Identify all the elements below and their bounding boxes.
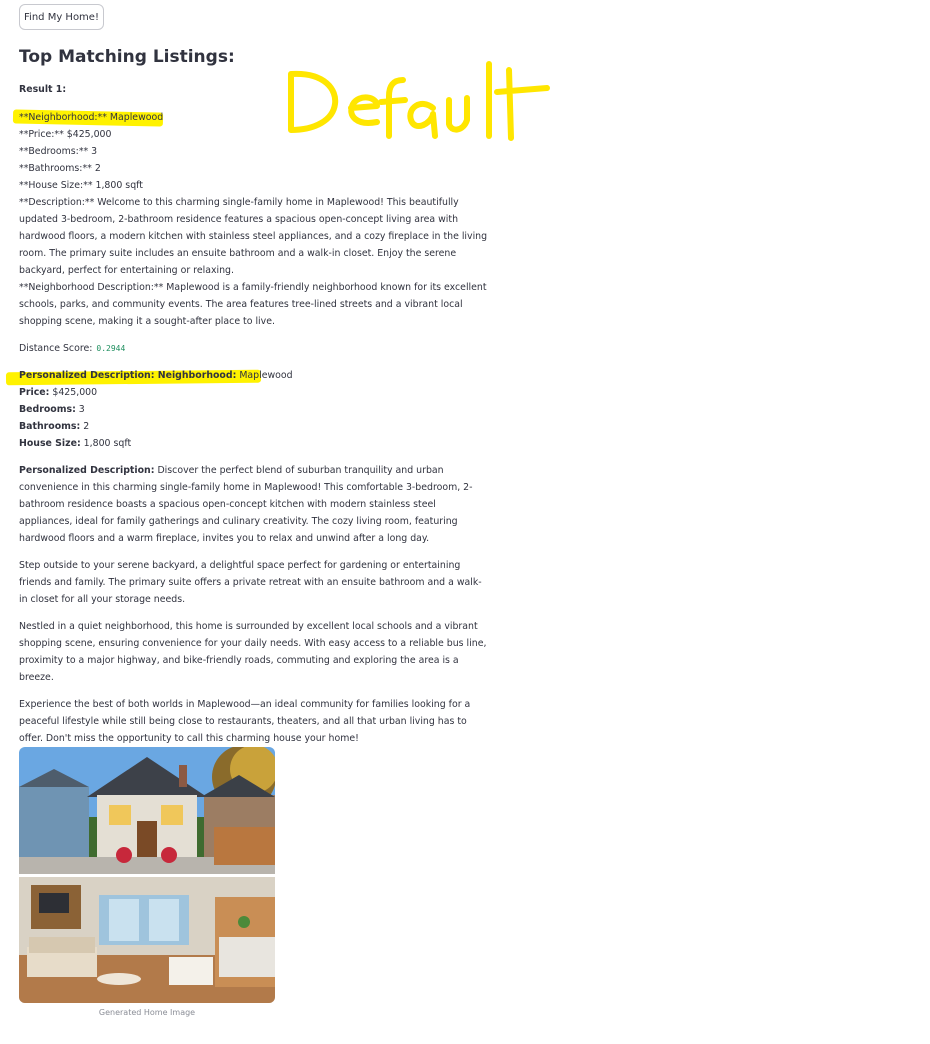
raw-neighborhood-description: **Neighborhood Description:** Maplewood …	[19, 282, 487, 327]
generated-home-image	[19, 747, 275, 1003]
raw-house-size: **House Size:** 1,800 sqft	[19, 180, 143, 191]
field-label: Price:	[19, 387, 50, 398]
distance-label: Distance Score:	[19, 343, 93, 354]
field-label: House Size:	[19, 438, 81, 449]
personalized-heading-value: Maplewood	[236, 370, 293, 381]
description-paragraph-2: Step outside to your serene backyard, a …	[19, 560, 482, 605]
field-bedrooms: Bedrooms: 3	[19, 401, 489, 418]
distance-score: Distance Score: 0.2944	[19, 340, 489, 357]
default-annotation	[288, 61, 550, 141]
personalized-heading-label: Personalized Description: Neighborhood:	[19, 370, 237, 381]
field-bathrooms: Bathrooms: 2	[19, 418, 489, 435]
field-value: 2	[80, 421, 90, 432]
description-paragraph-4: Experience the best of both worlds in Ma…	[19, 699, 471, 744]
field-price: Price: $425,000	[19, 384, 489, 401]
field-label: Bathrooms:	[19, 421, 81, 432]
find-my-home-button[interactable]: Find My Home!	[19, 4, 104, 30]
description-paragraph-3: Nestled in a quiet neighborhood, this ho…	[19, 621, 487, 683]
personalized-description-text: Discover the perfect blend of suburban t…	[19, 465, 473, 544]
field-value: 1,800 sqft	[80, 438, 132, 449]
result-block: Result 1: **Neighborhood:** Maplewood **…	[19, 81, 489, 747]
distance-value: 0.2944	[96, 344, 126, 353]
personalized-description: Personalized Description: Discover the p…	[19, 462, 489, 547]
image-caption: Generated Home Image	[98, 1008, 196, 1017]
field-label: Bedrooms:	[19, 404, 76, 415]
raw-bathrooms: **Bathrooms:** 2	[19, 163, 101, 174]
personalized-heading: Personalized Description: Neighborhood: …	[19, 367, 489, 384]
raw-description: **Description:** Welcome to this charmin…	[19, 197, 488, 276]
field-value: $425,000	[49, 387, 98, 398]
personalized-description-label: Personalized Description:	[19, 465, 155, 476]
page-title: Top Matching Listings:	[19, 47, 235, 67]
field-value: 3	[75, 404, 85, 415]
field-house-size: House Size: 1,800 sqft	[19, 435, 489, 452]
